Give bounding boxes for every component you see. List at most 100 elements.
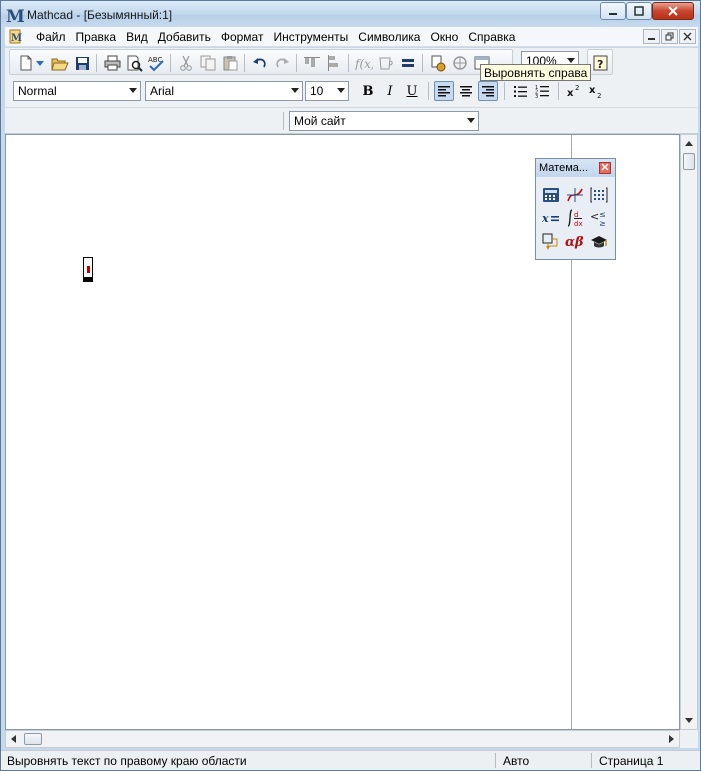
paste-button[interactable]	[220, 53, 240, 73]
insert-component-button[interactable]	[428, 53, 448, 73]
toolbar-separator	[96, 54, 97, 72]
horizontal-scroll-thumb[interactable]	[24, 733, 42, 745]
chevron-down-icon	[291, 88, 299, 93]
menu-format[interactable]: Формат	[216, 30, 269, 44]
font-select[interactable]: Arial	[145, 81, 303, 101]
doc-restore-button[interactable]	[661, 29, 678, 44]
equals-icon	[402, 59, 414, 67]
redo-button[interactable]	[272, 53, 292, 73]
document-icon[interactable]: M	[9, 29, 24, 44]
save-icon	[75, 56, 89, 70]
vertical-scroll-thumb[interactable]	[683, 153, 695, 170]
align-right-button[interactable]	[478, 81, 498, 101]
close-icon	[668, 6, 678, 16]
copy-button[interactable]	[198, 53, 218, 73]
print-preview-button[interactable]	[124, 53, 144, 73]
bold-button[interactable]: B	[358, 81, 378, 101]
svg-text:M: M	[6, 7, 24, 23]
print-button[interactable]	[102, 53, 122, 73]
numbering-button[interactable]: 123	[532, 81, 552, 101]
save-button[interactable]	[72, 53, 92, 73]
calculate-button[interactable]	[398, 53, 418, 73]
font-size-select[interactable]: 10	[305, 81, 349, 101]
spellcheck-button[interactable]: ABC	[146, 53, 166, 73]
scroll-left-icon[interactable]	[11, 735, 16, 743]
align-across-button[interactable]	[302, 53, 322, 73]
menu-symbolics[interactable]: Символика	[353, 30, 425, 44]
graph-palette-button[interactable]	[564, 184, 586, 206]
toolbar-separator	[422, 54, 423, 72]
bullets-button[interactable]	[510, 81, 530, 101]
minimize-button[interactable]	[600, 2, 626, 20]
doc-close-button[interactable]	[679, 29, 696, 44]
doc-minimize-button[interactable]	[643, 29, 660, 44]
window-title: Mathcad - [Безымянный:1]	[27, 8, 173, 22]
undo-button[interactable]	[250, 53, 270, 73]
superscript-button[interactable]: x2	[564, 81, 584, 101]
insert-function-button[interactable]: f(x)	[354, 53, 374, 73]
minimize-icon	[648, 38, 655, 40]
underline-button[interactable]: U	[402, 81, 422, 101]
scroll-down-icon[interactable]	[685, 718, 693, 723]
menu-help[interactable]: Справка	[463, 30, 520, 44]
chevron-down-icon	[337, 88, 345, 93]
title-bar[interactable]: M Mathcad - [Безымянный:1]	[1, 1, 700, 28]
help-button[interactable]: ?	[590, 53, 610, 73]
close-icon	[601, 163, 609, 171]
component-icon	[431, 55, 445, 71]
palette-close-button[interactable]	[599, 162, 611, 174]
programming-icon	[542, 233, 558, 250]
svg-text:3: 3	[535, 94, 538, 98]
align-down-button[interactable]	[324, 53, 344, 73]
text-region-cursor[interactable]	[83, 257, 93, 282]
math-palette-titlebar[interactable]: Матема...	[536, 159, 615, 177]
close-button[interactable]	[652, 2, 694, 20]
subscript-button[interactable]: x2	[586, 81, 606, 101]
calculator-palette-button[interactable]	[540, 184, 562, 206]
status-separator	[591, 753, 592, 768]
function-icon: f(x)	[355, 57, 373, 70]
menu-view[interactable]: Вид	[121, 30, 153, 44]
italic-button[interactable]: I	[380, 81, 400, 101]
symbolic-palette-button[interactable]	[588, 231, 610, 253]
insert-unit-button[interactable]	[376, 53, 396, 73]
menu-window[interactable]: Окно	[425, 30, 463, 44]
evaluation-palette-button[interactable]: x	[540, 207, 562, 229]
math-palette: Матема... x d dx < ≤ ≥ αβ	[535, 158, 616, 260]
menu-tools[interactable]: Инструменты	[268, 30, 353, 44]
scroll-right-icon[interactable]	[669, 735, 674, 743]
open-button[interactable]	[50, 53, 70, 73]
new-button[interactable]	[16, 53, 36, 73]
menu-edit[interactable]: Правка	[71, 30, 122, 44]
maximize-button[interactable]	[626, 2, 652, 20]
close-icon	[683, 32, 692, 41]
svg-text:x: x	[589, 85, 596, 96]
toolbar-separator	[170, 54, 171, 72]
cut-button[interactable]	[176, 53, 196, 73]
menu-file[interactable]: Файл	[31, 30, 71, 44]
menu-bar: M Файл Правка Вид Добавить Формат Инстру…	[5, 27, 698, 47]
resources-icon	[452, 55, 467, 70]
new-dropdown-button[interactable]	[34, 53, 46, 73]
toolbar-grip[interactable]	[283, 112, 284, 130]
programming-palette-button[interactable]	[540, 231, 562, 253]
graph-icon	[567, 188, 583, 202]
status-bar: Выровнять текст по правому краю области …	[1, 750, 700, 770]
boolean-palette-button[interactable]: < ≤ ≥	[588, 207, 610, 229]
matrix-palette-button[interactable]	[588, 184, 610, 206]
resource-center-button[interactable]	[450, 53, 470, 73]
spellcheck-icon: ABC	[148, 56, 164, 71]
align-center-button[interactable]	[456, 81, 476, 101]
greek-palette-button[interactable]: αβ	[564, 231, 586, 253]
print-preview-icon	[127, 55, 143, 72]
menu-insert[interactable]: Добавить	[153, 30, 216, 44]
horizontal-scrollbar[interactable]	[5, 730, 680, 748]
chevron-down-icon	[36, 61, 44, 66]
standard-toolbar-group: ABC f(x	[9, 49, 513, 75]
style-select[interactable]: Normal	[13, 81, 141, 101]
resources-select[interactable]: Мой сайт	[289, 111, 479, 131]
scroll-up-icon[interactable]	[685, 141, 693, 146]
calculus-palette-button[interactable]: d dx	[564, 207, 586, 229]
vertical-scrollbar[interactable]	[680, 134, 698, 730]
align-left-button[interactable]	[434, 81, 454, 101]
